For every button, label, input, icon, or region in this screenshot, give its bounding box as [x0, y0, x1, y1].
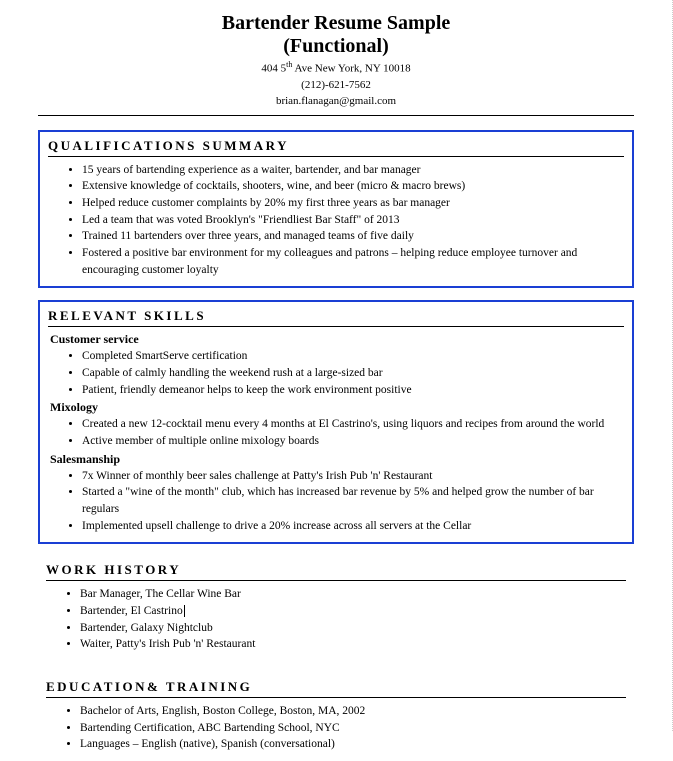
phone: (212)-621-7562	[38, 78, 634, 92]
divider	[38, 115, 634, 116]
list-item: Completed SmartServe certification	[82, 348, 624, 365]
skills-heading: RELEVANT SKILLS	[48, 308, 624, 327]
list-item: Waiter, Patty's Irish Pub 'n' Restaurant	[80, 636, 626, 653]
list-item: Fostered a positive bar environment for …	[82, 245, 624, 278]
list-item: Led a team that was voted Brooklyn's "Fr…	[82, 212, 624, 229]
skill-group-list: 7x Winner of monthly beer sales challeng…	[48, 468, 624, 535]
work-history-list: Bar Manager, The Cellar Wine Bar Bartend…	[46, 586, 626, 653]
list-item: Bartender, El Castrino	[80, 603, 626, 620]
list-item: Extensive knowledge of cocktails, shoote…	[82, 178, 624, 195]
address: 404 5th Ave New York, NY 10018	[38, 60, 634, 76]
list-item: Trained 11 bartenders over three years, …	[82, 228, 624, 245]
list-item: 15 years of bartending experience as a w…	[82, 162, 624, 179]
list-item: Bachelor of Arts, English, Boston Colleg…	[80, 703, 626, 720]
list-item: Bar Manager, The Cellar Wine Bar	[80, 586, 626, 603]
title-line2: (Functional)	[38, 35, 634, 58]
skill-group-list: Completed SmartServe certification Capab…	[48, 348, 624, 398]
qualifications-list: 15 years of bartending experience as a w…	[48, 162, 624, 279]
skills-section: RELEVANT SKILLS Customer service Complet…	[38, 300, 634, 544]
list-item: Capable of calmly handling the weekend r…	[82, 365, 624, 382]
qualifications-heading: QUALIFICATIONS SUMMARY	[48, 138, 624, 157]
list-item: Implemented upsell challenge to drive a …	[82, 518, 624, 535]
title-line1: Bartender Resume Sample	[38, 12, 634, 35]
list-item: Bartending Certification, ABC Bartending…	[80, 720, 626, 737]
email: brian.flanagan@gmail.com	[38, 94, 634, 108]
list-item: Created a new 12-cocktail menu every 4 m…	[82, 416, 624, 433]
resume-page: Bartender Resume Sample (Functional) 404…	[0, 0, 672, 761]
list-item: 7x Winner of monthly beer sales challeng…	[82, 468, 624, 485]
address-post: Ave New York, NY 10018	[292, 63, 410, 75]
education-list: Bachelor of Arts, English, Boston Colleg…	[46, 703, 626, 753]
list-item: Bartender, Galaxy Nightclub	[80, 620, 626, 637]
skill-group-label: Mixology	[48, 400, 624, 415]
address-pre: 404 5	[261, 63, 286, 75]
work-item-text: Bartender, El Castrino	[80, 605, 183, 617]
header: Bartender Resume Sample (Functional) 404…	[38, 12, 634, 109]
work-history-heading: WORK HISTORY	[46, 562, 626, 581]
education-heading: EDUCATION& TRAINING	[46, 679, 626, 698]
skill-group-label: Customer service	[48, 332, 624, 347]
list-item: Active member of multiple online mixolog…	[82, 433, 624, 450]
list-item: Helped reduce customer complaints by 20%…	[82, 195, 624, 212]
list-item: Patient, friendly demeanor helps to keep…	[82, 382, 624, 399]
qualifications-section: QUALIFICATIONS SUMMARY 15 years of barte…	[38, 130, 634, 289]
list-item: Started a "wine of the month" club, whic…	[82, 484, 624, 517]
skill-group-label: Salesmanship	[48, 452, 624, 467]
skill-group-list: Created a new 12-cocktail menu every 4 m…	[48, 416, 624, 449]
text-cursor-icon	[184, 605, 185, 617]
work-history-section: WORK HISTORY Bar Manager, The Cellar Win…	[38, 556, 634, 661]
education-section: EDUCATION& TRAINING Bachelor of Arts, En…	[38, 673, 634, 761]
list-item: Languages – English (native), Spanish (c…	[80, 736, 626, 753]
